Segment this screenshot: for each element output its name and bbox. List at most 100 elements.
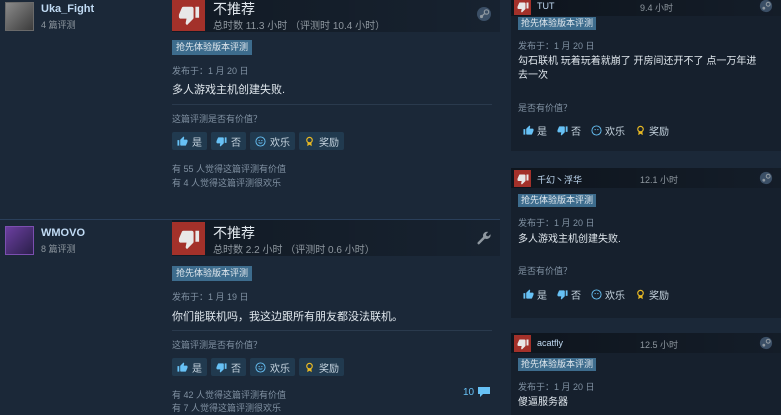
- thumbs-down-icon: [216, 136, 227, 147]
- playtime: 12.1 小时: [640, 175, 679, 185]
- helpful-question: 是否有价值？: [518, 103, 573, 113]
- review-card: Uka_Fight 4 篇评测 不推荐 总时数 11.3 小时 （评测时 10.…: [0, 0, 500, 206]
- award-button[interactable]: 奖励: [299, 132, 344, 150]
- award-icon: [306, 136, 313, 146]
- author-name[interactable]: 千幻丶浮华: [537, 173, 582, 186]
- review-date: 发布于：1 月 20 日: [172, 66, 249, 76]
- helpful-question: 是否有价值？: [518, 266, 573, 276]
- vote-no-button[interactable]: 否: [557, 287, 581, 302]
- funny-count: 有 4 人觉得这篇评测很欢乐: [172, 178, 282, 188]
- vote-yes-button[interactable]: 是: [523, 287, 547, 302]
- smiley-icon: [591, 125, 602, 136]
- helpful-question: 这篇评测是否有价值？: [172, 340, 263, 350]
- vote-buttons: 是 否 欢乐 奖励: [172, 358, 344, 376]
- early-access-badge: 抢先体验版本评测: [172, 266, 253, 281]
- review-text: 多人游戏主机创建失败.: [518, 234, 621, 245]
- smiley-icon: [591, 289, 602, 300]
- steam-icon: [477, 7, 491, 21]
- vote-no-label: 否: [571, 291, 581, 302]
- author-review-count[interactable]: 8 篇评测: [41, 242, 76, 255]
- scrollbar[interactable]: [500, 0, 511, 415]
- early-access-badge: 抢先体验版本评测: [518, 194, 597, 207]
- vote-no-button[interactable]: 否: [211, 358, 246, 376]
- thumbs-down-icon: [514, 0, 531, 15]
- comment-count: 10: [463, 386, 475, 398]
- vote-yes-button[interactable]: 是: [523, 123, 547, 138]
- divider: [172, 330, 492, 331]
- vote-yes-label: 是: [537, 127, 547, 138]
- side-review-card: TUT 9.4 小时 抢先体验版本评测 发布于：1 月 20 日 勾石联机 玩着…: [511, 0, 781, 151]
- avatar[interactable]: [5, 2, 34, 31]
- steam-icon: [759, 171, 773, 185]
- vote-header: 不推荐 总时数 2.2 小时 （评测时 0.6 小时）: [172, 220, 500, 256]
- vote-funny-button[interactable]: 欢乐: [591, 123, 625, 138]
- vote-buttons: 是 否 欢乐 奖励: [172, 132, 344, 150]
- award-label: 奖励: [319, 137, 339, 149]
- side-review-list: TUT 9.4 小时 抢先体验版本评测 发布于：1 月 20 日 勾石联机 玩着…: [511, 0, 781, 415]
- review-text: 多人游戏主机创建失败.: [172, 84, 286, 96]
- comment-icon: [478, 387, 491, 397]
- vote-header: 不推荐 总时数 11.3 小时 （评测时 10.4 小时）: [172, 0, 500, 32]
- award-button[interactable]: 奖励: [635, 123, 669, 138]
- vote-no-label: 否: [231, 137, 241, 149]
- vote-yes-label: 是: [192, 363, 202, 375]
- vote-funny-button[interactable]: 欢乐: [250, 132, 295, 150]
- author-review-count[interactable]: 4 篇评测: [41, 18, 76, 31]
- side-review-header: 千幻丶浮华 12.1 小时: [511, 168, 781, 188]
- award-label: 奖励: [649, 291, 669, 302]
- smiley-icon: [255, 361, 266, 373]
- review-date: 发布于：1 月 20 日: [518, 41, 595, 51]
- vote-no-button[interactable]: 否: [211, 132, 246, 150]
- thumbs-up-icon: [177, 361, 188, 372]
- thumbs-down-icon: [172, 222, 205, 255]
- helpful-count: 有 55 人觉得这篇评测有价值: [172, 164, 287, 174]
- author-name[interactable]: Uka_Fight: [41, 3, 94, 15]
- review-date: 发布于：1 月 20 日: [518, 382, 595, 392]
- vote-yes-button[interactable]: 是: [172, 358, 207, 376]
- review-text: 你们能联机吗，我这边跟所有朋友都没法联机。: [172, 311, 403, 323]
- vote-yes-label: 是: [192, 137, 202, 149]
- thumbs-down-icon: [514, 170, 531, 187]
- vote-funny-label: 欢乐: [270, 363, 290, 375]
- thumbs-up-icon: [177, 135, 188, 146]
- early-access-badge: 抢先体验版本评测: [518, 17, 597, 30]
- author-name[interactable]: WMOVO: [41, 227, 85, 239]
- award-button[interactable]: 奖励: [299, 358, 344, 376]
- steam-icon: [759, 0, 773, 13]
- review-list: Uka_Fight 4 篇评测 不推荐 总时数 11.3 小时 （评测时 10.…: [0, 0, 500, 415]
- playtime: 9.4 小时: [640, 3, 674, 13]
- side-review-card: 千幻丶浮华 12.1 小时 抢先体验版本评测 发布于：1 月 20 日 多人游戏…: [511, 168, 781, 318]
- vote-no-label: 否: [571, 127, 581, 138]
- vote-buttons: 是 否 欢乐 奖励: [523, 287, 669, 302]
- vote-funny-button[interactable]: 欢乐: [250, 358, 295, 376]
- playtime: 总时数 2.2 小时 （评测时 0.6 小时）: [213, 245, 375, 256]
- divider: [172, 104, 492, 105]
- vote-yes-label: 是: [537, 291, 547, 302]
- playtime: 总时数 11.3 小时 （评测时 10.4 小时）: [213, 21, 386, 32]
- thumbs-down-icon: [514, 335, 531, 352]
- helpful-question: 这篇评测是否有价值？: [172, 114, 263, 124]
- side-review-header: acatfly 12.5 小时: [511, 333, 781, 353]
- vote-yes-button[interactable]: 是: [172, 132, 207, 150]
- award-button[interactable]: 奖励: [635, 287, 669, 302]
- vote-no-button[interactable]: 否: [557, 123, 581, 138]
- thumbs-down-icon: [557, 126, 568, 136]
- author-name[interactable]: TUT: [537, 1, 555, 11]
- review-date: 发布于：1 月 19 日: [172, 292, 249, 302]
- review-date: 发布于：1 月 20 日: [518, 218, 595, 228]
- early-access-badge: 抢先体验版本评测: [172, 40, 253, 55]
- vote-funny-button[interactable]: 欢乐: [591, 287, 625, 302]
- helpful-count: 有 42 人觉得这篇评测有价值: [172, 390, 287, 400]
- author-name[interactable]: acatfly: [537, 338, 563, 348]
- review-text: 傻逼服务器: [518, 397, 568, 408]
- playtime: 12.5 小时: [640, 340, 679, 350]
- thumbs-down-icon: [216, 362, 227, 373]
- steam-icon: [759, 336, 773, 350]
- vote-no-label: 否: [231, 363, 241, 375]
- review-card: WMOVO 8 篇评测 不推荐 总时数 2.2 小时 （评测时 0.6 小时） …: [0, 219, 500, 415]
- avatar[interactable]: [5, 226, 34, 255]
- review-verdict: 不推荐: [213, 225, 255, 241]
- award-label: 奖励: [319, 363, 339, 375]
- comments-link[interactable]: 10: [463, 386, 491, 398]
- award-label: 奖励: [649, 127, 669, 138]
